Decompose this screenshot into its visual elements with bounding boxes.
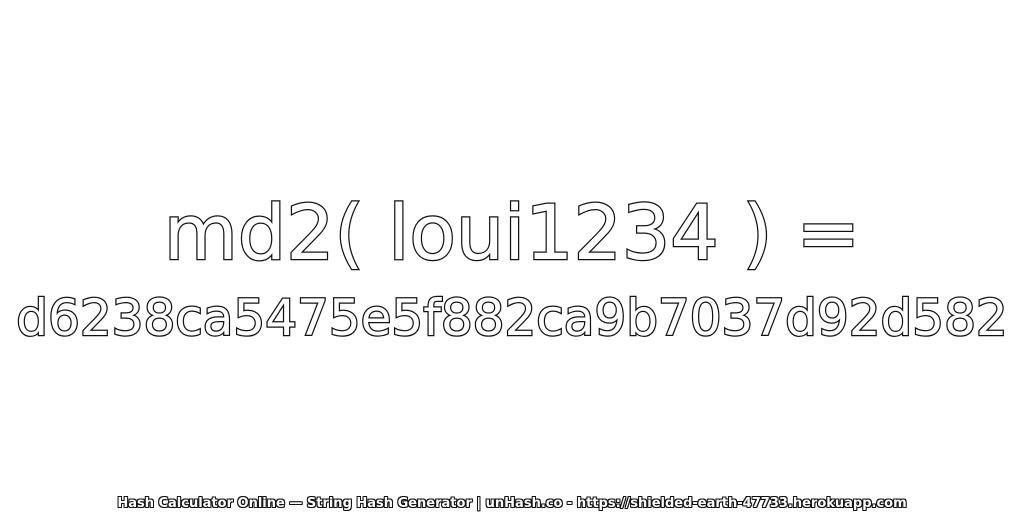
hash-expression: md2( loui1234 ) = [163, 187, 862, 279]
hash-image-canvas: md2( loui1234 ) = d6238ca5475e5f882ca9b7… [0, 0, 1024, 512]
footer-caption: Hash Calculator Online — String Hash Gen… [117, 496, 907, 511]
hash-value: d6238ca5475e5f882ca9b7037d92d582 [15, 288, 1009, 349]
